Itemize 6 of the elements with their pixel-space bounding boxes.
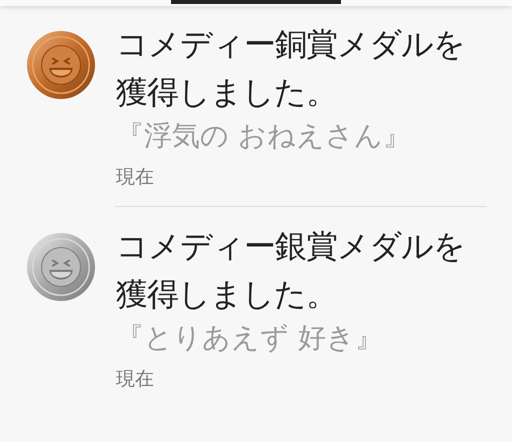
work-title: 『浮気の おねえさん』	[116, 118, 412, 154]
timestamp: 現在	[116, 165, 155, 190]
notification-message: コメディー銅賞メダルを獲得しました。	[116, 24, 466, 113]
timestamp: 現在	[116, 367, 155, 392]
notification-message: コメディー銀賞メダルを獲得しました。	[116, 226, 466, 315]
work-title: 『とりあえず 好き』	[116, 320, 384, 356]
